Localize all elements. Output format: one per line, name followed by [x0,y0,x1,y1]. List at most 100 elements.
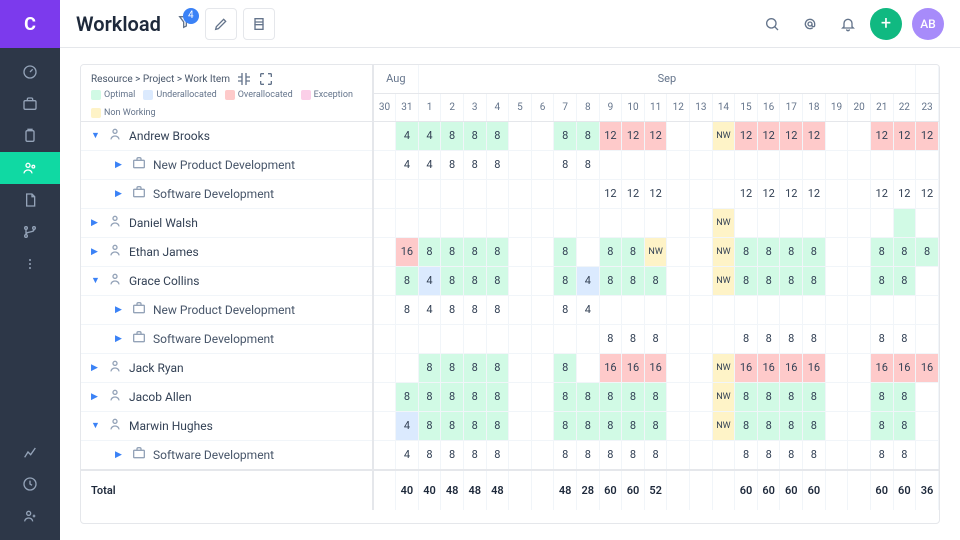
cell[interactable]: 8 [916,237,939,266]
cell[interactable]: 8 [757,237,780,266]
caret-icon[interactable]: ▶ [115,450,125,460]
cell[interactable]: 8 [644,324,667,353]
cell[interactable]: 8 [599,237,622,266]
cell[interactable] [825,150,848,179]
cell[interactable]: NW [712,382,735,411]
cell[interactable]: 8 [441,237,464,266]
cell[interactable]: 8 [418,237,441,266]
cell[interactable] [463,208,486,237]
cell[interactable] [599,208,622,237]
cell[interactable] [509,121,532,150]
cell[interactable]: 12 [757,179,780,208]
cell[interactable]: 8 [599,440,622,470]
cell[interactable] [622,208,645,237]
cell[interactable]: 8 [463,237,486,266]
cell[interactable] [825,266,848,295]
cell[interactable]: 8 [599,266,622,295]
cell[interactable] [509,353,532,382]
cell[interactable] [373,382,396,411]
cell[interactable]: 12 [735,121,758,150]
row-name[interactable]: Software Development [153,332,274,346]
cell[interactable]: 8 [418,353,441,382]
cell[interactable] [667,411,690,440]
cell[interactable]: 4 [418,121,441,150]
cell[interactable]: 8 [576,150,599,179]
cell[interactable]: 8 [803,440,826,470]
cell[interactable] [531,324,554,353]
edit-button[interactable] [205,8,237,40]
cell[interactable]: 4 [576,266,599,295]
cell[interactable] [509,382,532,411]
cell[interactable] [667,208,690,237]
cell[interactable]: 8 [576,121,599,150]
user-avatar[interactable]: AB [912,8,944,40]
cell[interactable]: 8 [870,266,893,295]
caret-icon[interactable]: ▶ [91,363,101,373]
cell[interactable]: 8 [418,440,441,470]
caret-icon[interactable]: ▶ [115,160,125,170]
cell[interactable] [825,324,848,353]
cell[interactable]: 8 [735,440,758,470]
sidebar-tasks[interactable] [0,120,60,152]
cell[interactable] [757,208,780,237]
cell[interactable]: 8 [803,382,826,411]
cell[interactable] [509,208,532,237]
search-button[interactable] [756,8,788,40]
cell[interactable]: 8 [644,411,667,440]
row-name[interactable]: Marwin Hughes [129,419,213,433]
cell[interactable] [870,150,893,179]
notifications-button[interactable] [832,8,864,40]
cell[interactable] [644,150,667,179]
cell[interactable]: 16 [644,353,667,382]
cell[interactable]: 8 [735,266,758,295]
row-name[interactable]: Software Development [153,187,274,201]
cell[interactable] [486,179,509,208]
cell[interactable]: 12 [780,179,803,208]
cell[interactable]: 8 [599,382,622,411]
cell[interactable]: 4 [418,266,441,295]
cell[interactable] [531,208,554,237]
cell[interactable] [622,150,645,179]
cell[interactable] [825,121,848,150]
cell[interactable] [667,353,690,382]
cell[interactable] [667,382,690,411]
cell[interactable] [848,382,871,411]
cell[interactable]: 12 [870,179,893,208]
cell[interactable] [735,295,758,324]
cell[interactable]: 8 [893,382,916,411]
cell[interactable] [531,411,554,440]
cell[interactable] [373,324,396,353]
cell[interactable] [576,179,599,208]
cell[interactable]: 8 [554,150,577,179]
cell[interactable]: 8 [599,324,622,353]
sidebar-workload[interactable] [0,152,60,184]
cell[interactable]: 8 [576,440,599,470]
cell[interactable]: NW [712,121,735,150]
cell[interactable] [373,440,396,470]
cell[interactable] [690,121,713,150]
cell[interactable] [757,150,780,179]
cell[interactable]: 8 [780,324,803,353]
cell[interactable] [848,295,871,324]
cell[interactable] [757,295,780,324]
cell[interactable]: 16 [735,353,758,382]
row-name[interactable]: Jack Ryan [129,361,184,375]
cell[interactable]: 8 [418,382,441,411]
cell[interactable] [531,237,554,266]
cell[interactable] [690,324,713,353]
cell[interactable]: 12 [916,121,939,150]
cell[interactable] [531,295,554,324]
sidebar-portfolio[interactable] [0,88,60,120]
cell[interactable]: 8 [463,150,486,179]
cell[interactable]: 8 [780,440,803,470]
cell[interactable]: 8 [396,295,419,324]
cell[interactable] [712,295,735,324]
cell[interactable] [803,208,826,237]
cell[interactable] [599,295,622,324]
cell[interactable]: 16 [622,353,645,382]
row-name[interactable]: Daniel Walsh [129,216,198,230]
sidebar-dashboard[interactable] [0,56,60,88]
cell[interactable] [576,237,599,266]
cell[interactable]: 8 [622,266,645,295]
cell[interactable]: NW [712,353,735,382]
